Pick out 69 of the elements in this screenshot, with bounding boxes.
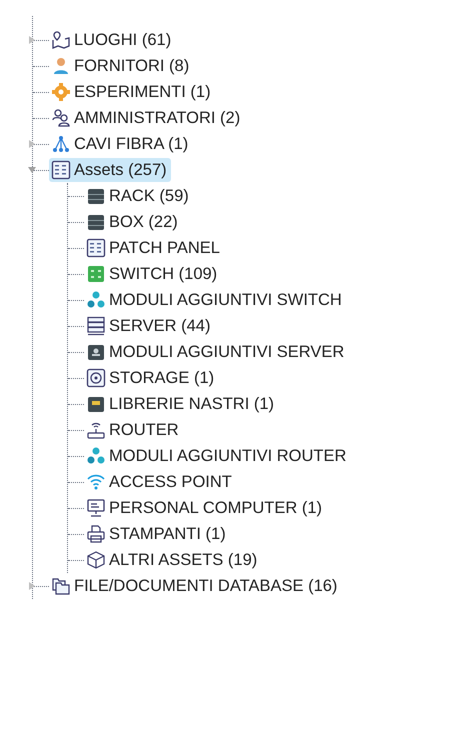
rack-icon	[86, 186, 106, 206]
tree-item[interactable]: ESPERIMENTI (1)	[49, 80, 215, 104]
tree-item-label: BOX (22)	[109, 212, 178, 233]
tree-item-label: MODULI AGGIUNTIVI SERVER	[109, 342, 344, 363]
grid-icon	[86, 238, 106, 258]
tree-item[interactable]: STORAGE (1)	[84, 366, 218, 390]
collapsed-arrow-icon[interactable]	[27, 139, 37, 149]
tape-icon	[86, 394, 106, 414]
tree-item-label: STAMPANTI (1)	[109, 524, 226, 545]
tree-item[interactable]: FORNITORI (8)	[49, 54, 194, 78]
tree-item[interactable]: ALTRI ASSETS (19)	[84, 548, 262, 572]
cube-icon	[86, 550, 106, 570]
module-icon	[86, 342, 106, 362]
collapsed-arrow-icon[interactable]	[27, 35, 37, 45]
map-pin-icon	[51, 30, 71, 50]
tree-item-label: FORNITORI (8)	[74, 56, 190, 77]
tree-item-label: ACCESS POINT	[109, 472, 232, 493]
tree-item-label: ROUTER	[109, 420, 179, 441]
tree-item-label: PERSONAL COMPUTER (1)	[109, 498, 322, 519]
tree-item-label: PATCH PANEL	[109, 238, 220, 259]
tree-item[interactable]: BOX (22)	[84, 210, 182, 234]
tree-item[interactable]: MODULI AGGIUNTIVI ROUTER	[84, 444, 350, 468]
tree-item[interactable]: PERSONAL COMPUTER (1)	[84, 496, 326, 520]
tree-item-label: AMMINISTRATORI (2)	[74, 108, 240, 129]
tree-item[interactable]: MODULI AGGIUNTIVI SWITCH	[84, 288, 346, 312]
tree-item[interactable]: LUOGHI (61)	[49, 28, 176, 52]
tree-item[interactable]: MODULI AGGIUNTIVI SERVER	[84, 340, 348, 364]
rack-icon	[86, 212, 106, 232]
tree-item-label: LUOGHI (61)	[74, 30, 172, 51]
folder-icon	[51, 576, 71, 596]
monitor-icon	[86, 498, 106, 518]
tree-item-label: STORAGE (1)	[109, 368, 214, 389]
hierarchy-icon	[51, 134, 71, 154]
tree-item[interactable]: AMMINISTRATORI (2)	[49, 106, 244, 130]
tree-item[interactable]: SERVER (44)	[84, 314, 214, 338]
switch-icon	[86, 264, 106, 284]
tree-item-label: SERVER (44)	[109, 316, 210, 337]
tree-item[interactable]: SWITCH (109)	[84, 262, 222, 286]
tree-item-label: LIBRERIE NASTRI (1)	[109, 394, 274, 415]
tree-item-label: MODULI AGGIUNTIVI ROUTER	[109, 446, 346, 467]
tree-item-label: Assets (257)	[74, 160, 167, 181]
tree-item-label: MODULI AGGIUNTIVI SWITCH	[109, 290, 342, 311]
wifi-icon	[86, 472, 106, 492]
tree-item-label: RACK (59)	[109, 186, 189, 207]
tree-item-label: CAVI FIBRA (1)	[74, 134, 188, 155]
tree-item[interactable]: ACCESS POINT	[84, 470, 236, 494]
people-icon	[51, 108, 71, 128]
tree-item[interactable]: FILE/DOCUMENTI DATABASE (16)	[49, 574, 342, 598]
expanded-arrow-icon[interactable]	[27, 165, 37, 175]
tree-item[interactable]: CAVI FIBRA (1)	[49, 132, 192, 156]
tree-item[interactable]: LIBRERIE NASTRI (1)	[84, 392, 278, 416]
router-icon	[86, 420, 106, 440]
tree-item-label: SWITCH (109)	[109, 264, 218, 285]
tree-item[interactable]: ROUTER	[84, 418, 183, 442]
tree-item[interactable]: RACK (59)	[84, 184, 193, 208]
tree-item-label: ESPERIMENTI (1)	[74, 82, 211, 103]
gear-icon	[51, 82, 71, 102]
tree-item[interactable]: STAMPANTI (1)	[84, 522, 230, 546]
person-icon	[51, 56, 71, 76]
server-icon	[86, 316, 106, 336]
tree-item-label: FILE/DOCUMENTI DATABASE (16)	[74, 576, 338, 597]
grid-icon	[51, 160, 71, 180]
dots-icon	[86, 446, 106, 466]
dots-icon	[86, 290, 106, 310]
tree-item[interactable]: Assets (257)	[49, 158, 171, 182]
tree-item[interactable]: PATCH PANEL	[84, 236, 224, 260]
collapsed-arrow-icon[interactable]	[27, 581, 37, 591]
tree-item-label: ALTRI ASSETS (19)	[109, 550, 258, 571]
printer-icon	[86, 524, 106, 544]
